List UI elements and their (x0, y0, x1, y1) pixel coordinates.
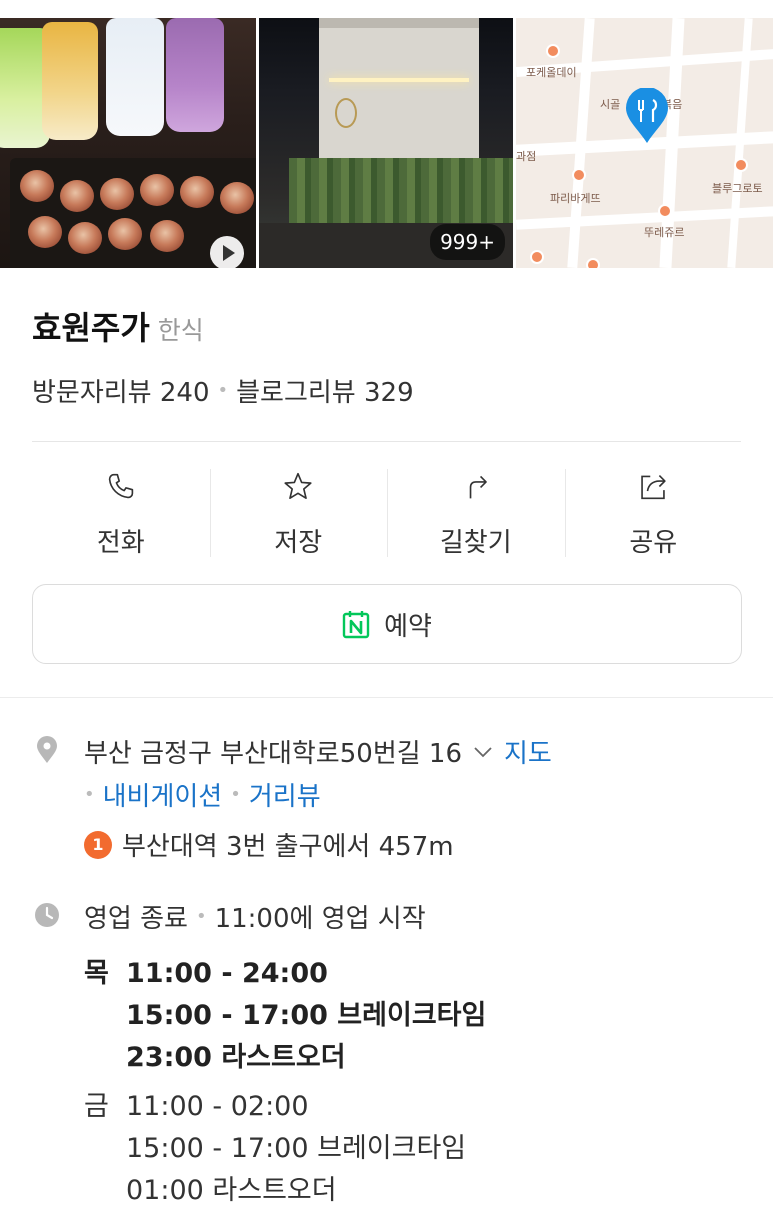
food-item (60, 180, 94, 212)
hours-times: 11:00 - 02:00 15:00 - 17:00 브레이크타임 01:00… (126, 1086, 466, 1205)
action-bar: 전화 저장 길찾기 공유 (32, 467, 742, 559)
hours-times: 11:00 - 24:00 15:00 - 17:00 브레이크타임 23:00… (126, 953, 486, 1079)
food-item (68, 222, 102, 254)
directions-button[interactable]: 길찾기 (387, 467, 565, 559)
sign-emblem (335, 98, 357, 128)
call-label: 전화 (96, 528, 145, 558)
reserve-label: 예약 (384, 611, 432, 642)
title-row: 효원주가 한식 (32, 303, 204, 349)
save-label: 저장 (274, 528, 323, 558)
streetview-link[interactable]: 거리뷰 (249, 776, 321, 813)
review-summary: 방문자리뷰 240 • 블로그리뷰 329 (32, 372, 414, 409)
map-label: 파리바게뜨 (550, 192, 601, 205)
location-pin-icon (37, 736, 57, 763)
day-label: 금 (84, 1091, 109, 1122)
map-label: 시골 (600, 98, 621, 111)
divider (32, 441, 741, 442)
address-links: • 내비게이션 • 거리뷰 (84, 776, 321, 813)
directions-icon (469, 475, 487, 499)
visitor-reviews-link[interactable]: 방문자리뷰 240 (32, 372, 210, 409)
food-item (150, 220, 184, 252)
place-category: 한식 (157, 316, 204, 345)
map-label: 뚜레쥬르 (644, 226, 685, 239)
break-time: 15:00 - 17:00 브레이크타임 (126, 1000, 487, 1031)
photo-count-badge[interactable]: 999+ (430, 224, 505, 260)
address-row: 부산 금정구 부산대학로50번길 16 지도 (84, 733, 552, 770)
food-item (108, 218, 142, 250)
subway-info: 1 부산대역 3번 출구에서 457m (84, 826, 454, 863)
navigation-link[interactable]: 내비게이션 (103, 776, 223, 813)
separator-dot: • (195, 906, 207, 927)
map-poi-icon (734, 158, 748, 172)
map-label: 블루그로토 (712, 182, 763, 195)
next-open-text: 11:00에 영업 시작 (214, 904, 426, 934)
call-button[interactable]: 전화 (32, 467, 210, 559)
map-poi-icon (572, 168, 586, 182)
plants (289, 158, 513, 228)
food-item (220, 182, 254, 214)
food-photo[interactable] (0, 18, 256, 268)
subway-line-badge: 1 (84, 830, 112, 859)
subway-text: 부산대역 3번 출구에서 457m (122, 832, 454, 862)
open-hours: 11:00 - 24:00 (126, 958, 328, 989)
drink-glass (42, 22, 98, 140)
clock-icon (35, 903, 59, 927)
phone-icon (108, 473, 133, 499)
map-thumbnail[interactable]: 포케올데이 시골 볶음 과점 파리바게뜨 블루그로토 뚜레쥬르 (516, 18, 773, 268)
restaurant-pin-icon (626, 88, 668, 143)
share-label: 공유 (629, 528, 678, 558)
food-item (20, 170, 54, 202)
blog-reviews-link[interactable]: 블로그리뷰 329 (236, 372, 414, 409)
map-poi-icon (530, 250, 544, 264)
open-hours: 11:00 - 02:00 (126, 1091, 309, 1122)
map-link[interactable]: 지도 (504, 733, 552, 770)
share-icon (641, 474, 666, 500)
chevron-down-icon[interactable] (472, 741, 494, 763)
map-poi-icon (658, 204, 672, 218)
food-item (140, 174, 174, 206)
save-button[interactable]: 저장 (209, 467, 388, 559)
map-label: 포케올데이 (526, 66, 577, 79)
food-item (100, 178, 134, 210)
separator-dot: • (84, 784, 95, 805)
last-order: 23:00 라스트오더 (126, 1042, 346, 1073)
address-text: 부산 금정구 부산대학로50번길 16 (84, 739, 463, 769)
building-lights (329, 78, 469, 82)
separator-dot: • (217, 380, 229, 401)
business-status[interactable]: 영업 종료 • 11:00에 영업 시작 (84, 898, 426, 935)
directions-label: 길찾기 (439, 528, 512, 558)
photo-gallery: 999+ 포케올데이 시골 볶음 과점 파리바게뜨 블루그로토 뚜레쥬르 (0, 18, 773, 268)
food-item (180, 176, 214, 208)
map-poi-icon (546, 44, 560, 58)
place-name: 효원주가 (32, 309, 150, 347)
status-text: 영업 종료 (84, 904, 188, 934)
naver-calendar-icon (342, 611, 370, 639)
separator-dot: • (230, 784, 241, 805)
video-play-icon[interactable] (210, 236, 244, 268)
share-button[interactable]: 공유 (564, 467, 743, 559)
reserve-button[interactable]: 예약 (32, 584, 742, 664)
day-label: 목 (84, 958, 109, 989)
break-time: 15:00 - 17:00 브레이크타임 (126, 1133, 467, 1164)
last-order: 01:00 라스트오더 (126, 1175, 337, 1205)
drink-glass (106, 18, 164, 136)
drink-glass (166, 18, 224, 132)
map-poi-icon (586, 258, 600, 268)
section-divider (0, 697, 773, 698)
star-icon (284, 472, 312, 499)
food-item (28, 216, 62, 248)
storefront-photo[interactable]: 999+ (259, 18, 513, 268)
map-label: 과점 (516, 150, 537, 163)
